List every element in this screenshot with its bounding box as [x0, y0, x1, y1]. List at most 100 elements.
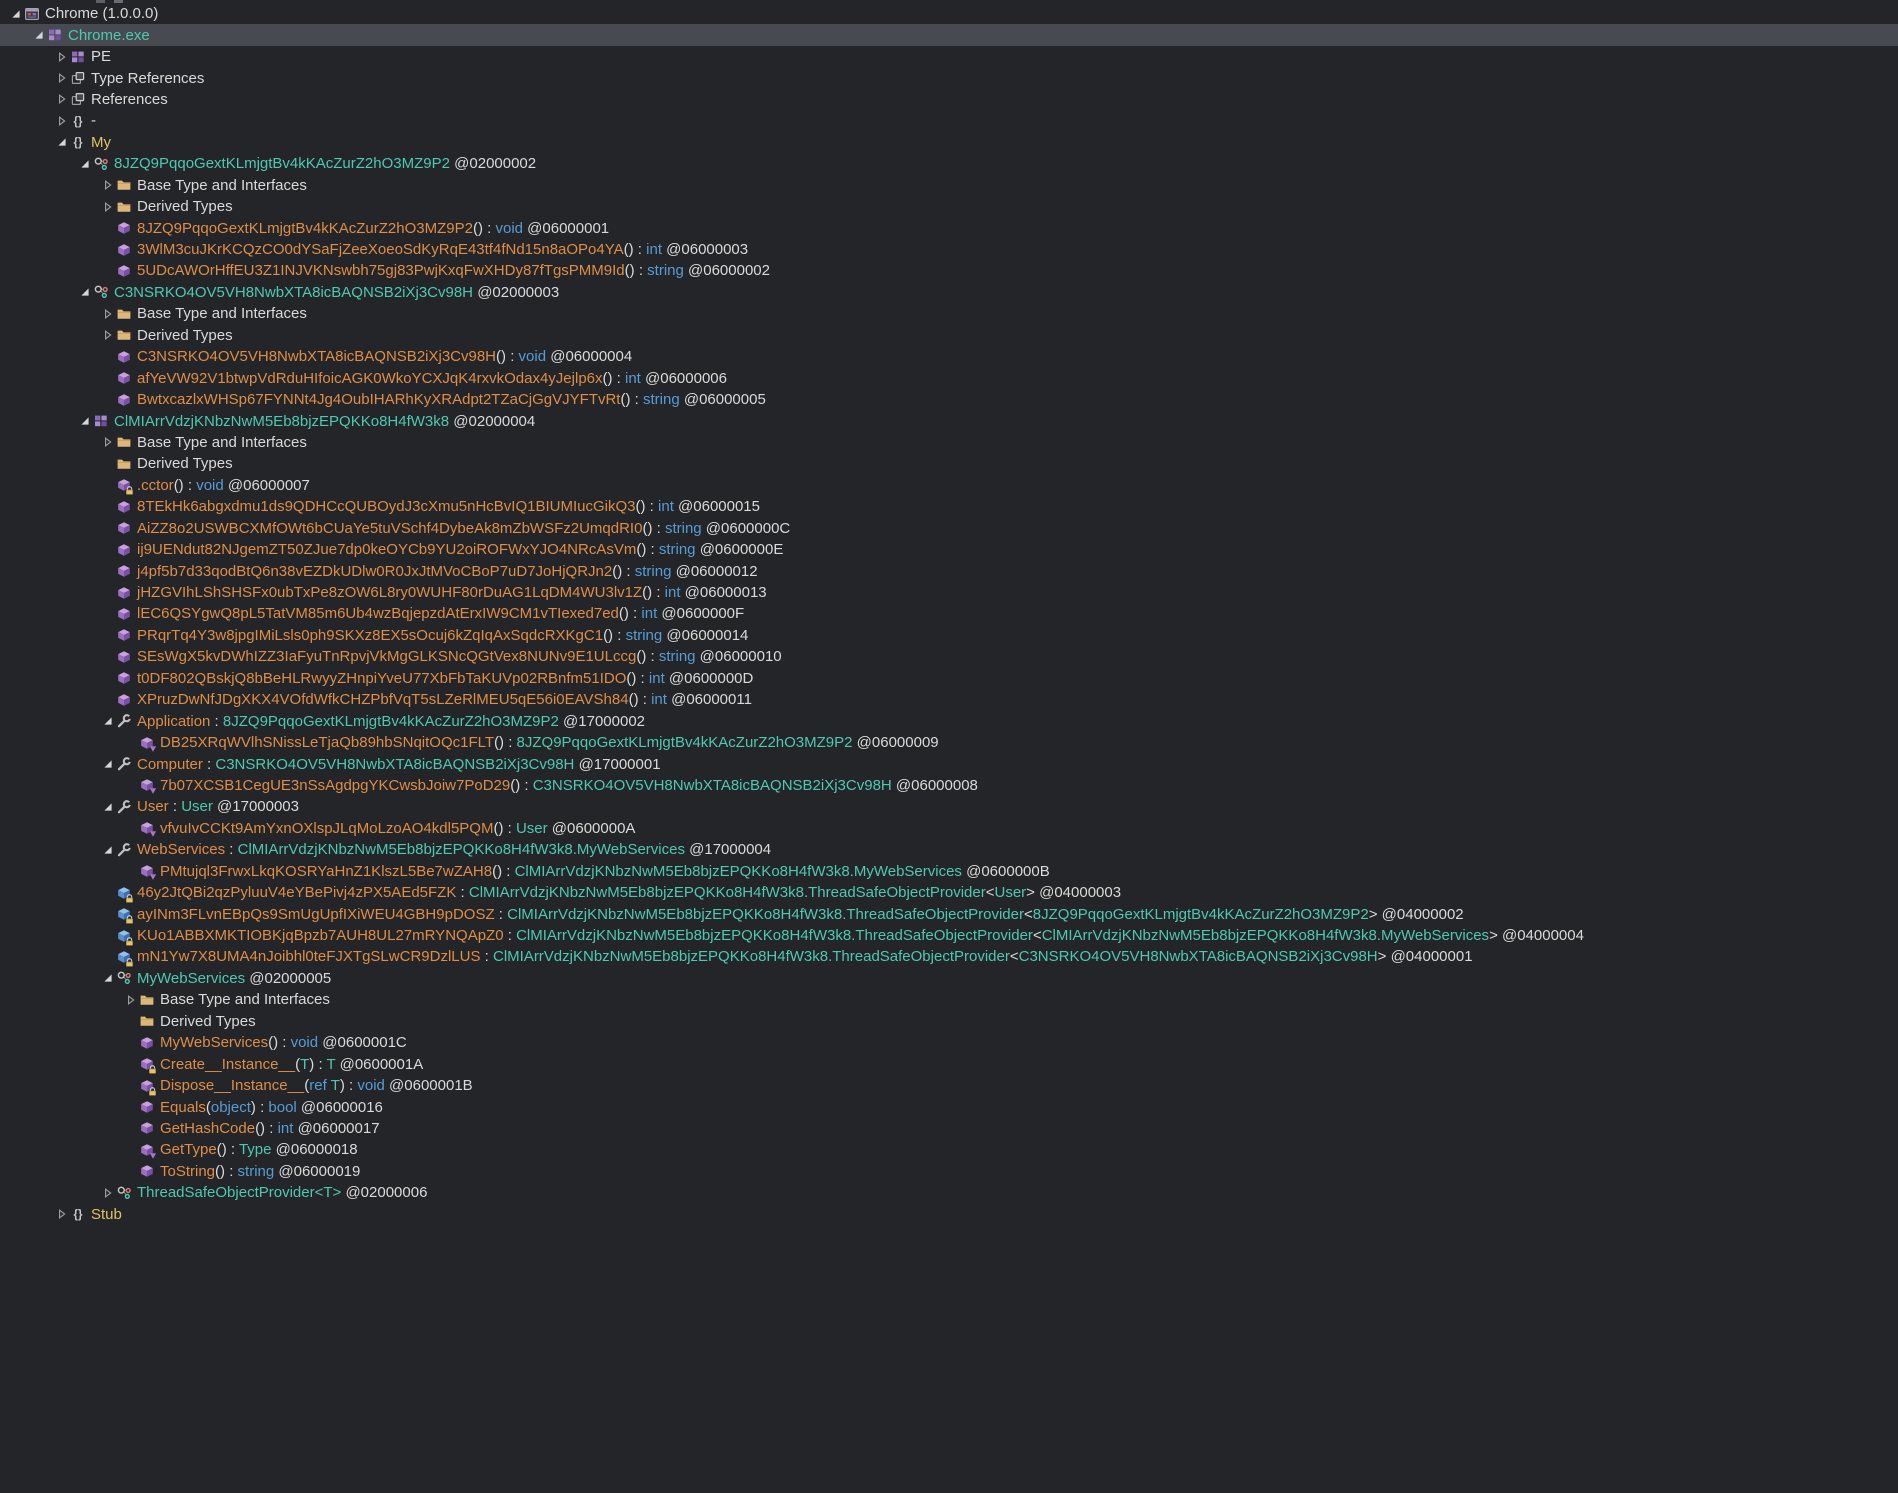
collapse-arrow-icon[interactable]	[8, 6, 24, 22]
tree-row[interactable]: 7b07XCSB1CegUE3nSsAgdpgYKCwsbJoiw7PoD29(…	[0, 775, 1898, 796]
tree-row[interactable]: {}My	[0, 132, 1898, 153]
indent-spacer	[0, 978, 100, 979]
tree-row[interactable]: mN1Yw7X8UMA4nJoibhl0teFJXTgSLwCR9DzlLUS …	[0, 946, 1898, 967]
tree-row[interactable]: AiZZ8o2USWBCXMfOWt6bCUaYe5tuVSchf4DybeAk…	[0, 518, 1898, 539]
tree-row[interactable]: Base Type and Interfaces	[0, 432, 1898, 453]
tree-row[interactable]: {}-	[0, 110, 1898, 131]
tree-row[interactable]: Derived Types	[0, 196, 1898, 217]
tree-row[interactable]: DB25XRqWVlhSNissLeTjaQb89hbSNqitOQc1FLT(…	[0, 732, 1898, 753]
indent-spacer	[0, 528, 100, 529]
method-icon	[139, 1142, 155, 1158]
collapse-arrow-icon[interactable]	[100, 970, 116, 986]
collapse-arrow-icon[interactable]	[54, 134, 70, 150]
tree-row[interactable]: vfvuIvCCKt9AmYxnOXlspJLqMoLzoAO4kdl5PQM(…	[0, 818, 1898, 839]
tree-row[interactable]: PRqrTq4Y3w8jpgIMiLsls0ph9SKXz8EX5sOcuj6k…	[0, 625, 1898, 646]
expand-arrow-icon[interactable]	[54, 70, 70, 86]
tree-row[interactable]: Derived Types	[0, 453, 1898, 474]
label-segment: ) :	[340, 1077, 358, 1094]
tree-row[interactable]: Base Type and Interfaces	[0, 175, 1898, 196]
collapse-arrow-icon[interactable]	[77, 284, 93, 300]
label-segment: () :	[636, 541, 659, 558]
tree-row[interactable]: MyWebServices @02000005	[0, 968, 1898, 989]
tree-row[interactable]: 46y2JtQBi2qzPyluuV4eYBePivj4zPX5AEd5FZK …	[0, 882, 1898, 903]
label-segment: @0600000A	[548, 820, 636, 837]
expand-arrow-icon[interactable]	[100, 1185, 116, 1201]
row-label: User : User @17000003	[137, 798, 299, 815]
label-segment: @17000004	[685, 841, 771, 858]
collapse-arrow-icon[interactable]	[100, 799, 116, 815]
tree-row[interactable]: 8JZQ9PqqoGextKLmjgtBv4kKAcZurZ2hO3MZ9P2(…	[0, 217, 1898, 238]
method-icon	[116, 606, 132, 622]
tree-row[interactable]: ayINm3FLvnEBpQs9SmUgUpfIXiWEU4GBH9pDOSZ …	[0, 903, 1898, 924]
tree-row[interactable]: GetHashCode() : int @06000017	[0, 1118, 1898, 1139]
label-segment: ClMIArrVdzjKNbzNwM5Eb8bjzEPQKKo8H4fW3k8	[114, 413, 449, 430]
tree-row[interactable]: Create__Instance__(T) : T @0600001A	[0, 1053, 1898, 1074]
tree-row[interactable]: User : User @17000003	[0, 796, 1898, 817]
tree-row[interactable]: jHZGVIhLShSHSFx0ubTxPe8zOW6L8ry0WUHF80rD…	[0, 582, 1898, 603]
expand-arrow-icon[interactable]	[100, 199, 116, 215]
tree-row[interactable]: Equals(object) : bool @06000016	[0, 1096, 1898, 1117]
expand-arrow-icon[interactable]	[54, 49, 70, 65]
expand-arrow-icon[interactable]	[100, 434, 116, 450]
tree-row[interactable]: WebServices : ClMIArrVdzjKNbzNwM5Eb8bjzE…	[0, 839, 1898, 860]
tree-row[interactable]: Dispose__Instance__(ref T) : void @06000…	[0, 1075, 1898, 1096]
tree-row[interactable]: Base Type and Interfaces	[0, 303, 1898, 324]
tree-row[interactable]: .cctor() : void @06000007	[0, 475, 1898, 496]
tree-row[interactable]: 3WlM3cuJKrKCQzCO0dYSaFjZeeXoeoSdKyRqE43t…	[0, 239, 1898, 260]
tree-row[interactable]: ThreadSafeObjectProvider<T> @02000006	[0, 1182, 1898, 1203]
tree-row[interactable]: 5UDcAWOrHffEU3Z1INJVKNswbh75gj83PwjKxqFw…	[0, 260, 1898, 281]
tree-row[interactable]: XPruzDwNfJDgXKX4VOfdWfkCHZPbfVqT5sLZeRlM…	[0, 689, 1898, 710]
tree-row[interactable]: afYeVW92V1btwpVdRduHIfoicAGK0WkoYCXJqK4r…	[0, 367, 1898, 388]
method-icon	[116, 585, 132, 601]
tree-row[interactable]: Base Type and Interfaces	[0, 989, 1898, 1010]
tree-row[interactable]: Computer : C3NSRKO4OV5VH8NwbXTA8icBAQNSB…	[0, 753, 1898, 774]
expand-arrow-icon[interactable]	[54, 1206, 70, 1222]
tree-row[interactable]: t0DF802QBskjQ8bBeHLRwyyZHnpiYveU77XbFbTa…	[0, 668, 1898, 689]
tree-row[interactable]: 8JZQ9PqqoGextKLmjgtBv4kKAcZurZ2hO3MZ9P2 …	[0, 153, 1898, 174]
tree-row[interactable]: SEsWgX5kvDWhIZZ3IaFyuTnRpvjVkMgGLKSNcQGt…	[0, 646, 1898, 667]
tree-row[interactable]: {}Stub	[0, 1204, 1898, 1225]
tree-row[interactable]: KUo1ABBXMKTIOBKjqBpzb7AUH8UL27mRYNQApZ0 …	[0, 925, 1898, 946]
tree-row[interactable]: PMtujql3FrwxLkqKOSRYaHnZ1KlszL5Be7wZAH8(…	[0, 861, 1898, 882]
collapse-arrow-icon[interactable]	[100, 756, 116, 772]
tree-row[interactable]: Derived Types	[0, 325, 1898, 346]
tree-row[interactable]: ClMIArrVdzjKNbzNwM5Eb8bjzEPQKKo8H4fW3k8 …	[0, 410, 1898, 431]
tree-row[interactable]: Chrome.exe	[0, 24, 1898, 45]
expand-arrow-icon[interactable]	[54, 91, 70, 107]
tree-row[interactable]: ToString() : string @06000019	[0, 1161, 1898, 1182]
tree-row[interactable]: Chrome (1.0.0.0)	[0, 3, 1898, 24]
collapse-arrow-icon[interactable]	[31, 27, 47, 43]
label-segment: KUo1ABBXMKTIOBKjqBpzb7AUH8UL27mRYNQApZ0	[137, 927, 504, 944]
collapse-arrow-icon[interactable]	[77, 156, 93, 172]
collapse-arrow-icon[interactable]	[100, 842, 116, 858]
expand-arrow-icon[interactable]	[100, 177, 116, 193]
tree-row[interactable]: Derived Types	[0, 1011, 1898, 1032]
label-segment: @17000003	[213, 798, 299, 815]
tree-row[interactable]: Type References	[0, 67, 1898, 88]
tree-row[interactable]: 8TEkHk6abgxdmu1ds9QDHCcQUBOydJ3cXmu5nHcB…	[0, 496, 1898, 517]
label-segment: PRqrTq4Y3w8jpgIMiLsls0ph9SKXz8EX5sOcuj6k…	[137, 627, 603, 644]
tree-row[interactable]: PE	[0, 46, 1898, 67]
label-segment: 8JZQ9PqqoGextKLmjgtBv4kKAcZurZ2hO3MZ9P2	[517, 734, 853, 751]
row-label: ayINm3FLvnEBpQs9SmUgUpfIXiWEU4GBH9pDOSZ …	[137, 906, 1464, 923]
tree-row[interactable]: ij9UENdut82NJgemZT50ZJue7dp0keOYCb9YU2oi…	[0, 539, 1898, 560]
indent-spacer	[0, 892, 100, 893]
expand-arrow-icon[interactable]	[100, 306, 116, 322]
expand-arrow-icon[interactable]	[100, 327, 116, 343]
tree-row[interactable]: C3NSRKO4OV5VH8NwbXTA8icBAQNSB2iXj3Cv98H …	[0, 282, 1898, 303]
tree-row[interactable]: Application : 8JZQ9PqqoGextKLmjgtBv4kKAc…	[0, 710, 1898, 731]
tree-row[interactable]: lEC6QSYgwQ8pL5TatVM85m6Ub4wzBqjepzdAtErx…	[0, 603, 1898, 624]
tree-row[interactable]: References	[0, 89, 1898, 110]
expand-arrow-icon[interactable]	[123, 992, 139, 1008]
tree-row[interactable]: GetType() : Type @06000018	[0, 1139, 1898, 1160]
collapse-arrow-icon[interactable]	[77, 413, 93, 429]
tree-row[interactable]: j4pf5b7d33qodBtQ6n38vEZDkUDlw0R0JxJtMVoC…	[0, 560, 1898, 581]
row-label: DB25XRqWVlhSNissLeTjaQb89hbSNqitOQc1FLT(…	[160, 734, 939, 751]
row-label: ToString() : string @06000019	[160, 1163, 360, 1180]
tree-row[interactable]: MyWebServices() : void @0600001C	[0, 1032, 1898, 1053]
expand-arrow-icon[interactable]	[54, 113, 70, 129]
tree-row[interactable]: BwtxcazlxWHSp67FYNNt4Jg4OubIHARhKyXRAdpt…	[0, 389, 1898, 410]
collapse-arrow-icon[interactable]	[100, 713, 116, 729]
label-segment: <	[1024, 906, 1033, 923]
tree-row[interactable]: C3NSRKO4OV5VH8NwbXTA8icBAQNSB2iXj3Cv98H(…	[0, 346, 1898, 367]
